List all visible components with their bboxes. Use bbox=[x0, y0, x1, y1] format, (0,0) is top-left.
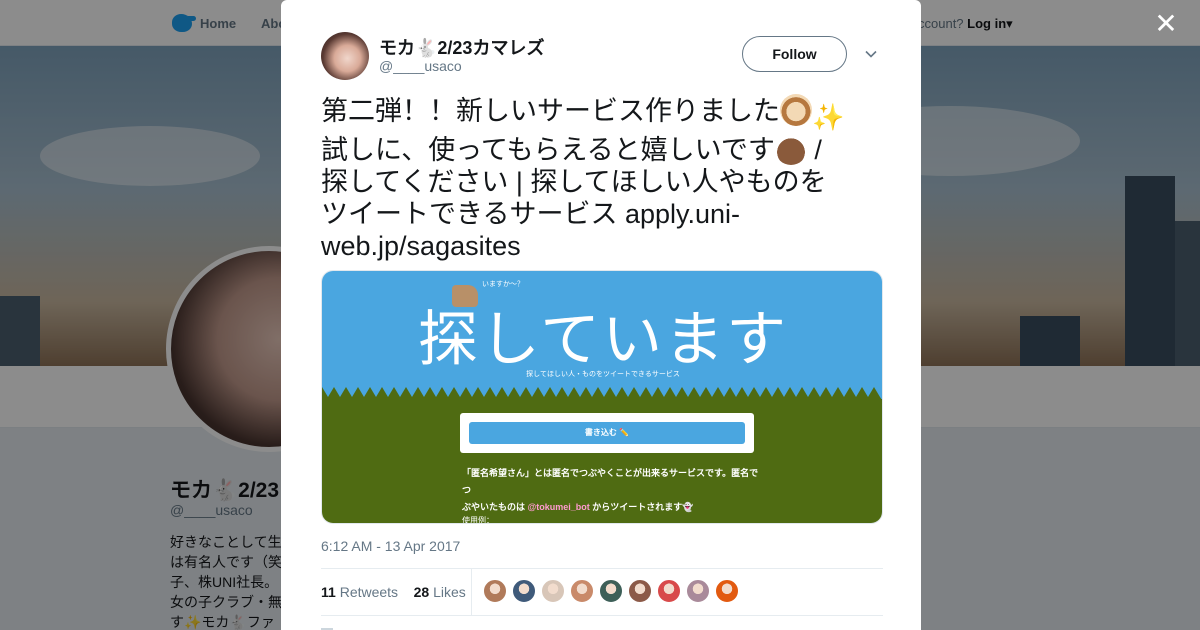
author-name[interactable]: モカ🐇2/23カマレズ bbox=[379, 34, 544, 60]
tweet-text: 第二弾！！新しいサービス作りました ✨ 試しに、使ってもらえると嬉しいです / 探… bbox=[321, 94, 881, 262]
liker-avatar[interactable] bbox=[483, 579, 507, 603]
tweet-stats: 11 Retweets 28 Likes bbox=[321, 584, 466, 600]
divider bbox=[321, 615, 883, 616]
tweet-text-segment: 試しに、使ってもらえると嬉しいです bbox=[321, 135, 775, 165]
grass-edge bbox=[322, 387, 882, 403]
tweet-link[interactable]: ツイートできるサービス apply.uni- bbox=[321, 198, 881, 230]
card-subtitle: 探してほしい人・ものをツイートできるサービス bbox=[526, 371, 680, 378]
tweet-text-segment: 第二弾！！新しいサービス作りました bbox=[321, 96, 780, 126]
liker-avatar[interactable] bbox=[599, 579, 623, 603]
divider bbox=[321, 568, 883, 569]
liker-avatars bbox=[483, 579, 739, 603]
card-mention: @tokumei_bot bbox=[527, 502, 590, 512]
follow-button[interactable]: Follow bbox=[742, 36, 847, 72]
card-desc-segment: ぶやいたものは bbox=[462, 502, 528, 512]
dog-emoji-icon bbox=[780, 94, 812, 126]
card-title: 探しています bbox=[417, 305, 789, 375]
card-desc-line: 「匿名希望さん」とは匿名でつぶやくことが出来るサービスです。匿名でつ bbox=[462, 468, 759, 495]
tweet-timestamp[interactable]: 6:12 AM - 13 Apr 2017 bbox=[321, 538, 460, 554]
card-more: 使用例： bbox=[462, 516, 494, 524]
sparkles-emoji-icon: ✨ bbox=[812, 102, 845, 132]
author-handle[interactable]: @____usaco bbox=[379, 58, 462, 74]
liker-avatar[interactable] bbox=[570, 579, 594, 603]
likes-label[interactable]: Likes bbox=[433, 584, 466, 600]
tweet-text-line: 試しに、使ってもらえると嬉しいです / bbox=[321, 133, 881, 166]
retweets-label[interactable]: Retweets bbox=[340, 584, 398, 600]
card-desc-segment: からツイートされます👻 bbox=[589, 502, 694, 512]
card-write-button: 書き込む ✏️ bbox=[469, 422, 745, 444]
poo-emoji-icon bbox=[774, 133, 807, 165]
close-icon[interactable]: ✕ bbox=[1154, 10, 1178, 38]
liker-avatar[interactable] bbox=[657, 579, 681, 603]
chevron-down-icon[interactable] bbox=[865, 48, 877, 60]
liker-avatar[interactable] bbox=[541, 579, 565, 603]
liker-avatar[interactable] bbox=[686, 579, 710, 603]
tweet-text-segment: / bbox=[806, 135, 822, 165]
likes-count[interactable]: 28 bbox=[414, 584, 430, 600]
tweet-text-line: 第二弾！！新しいサービス作りました ✨ bbox=[321, 94, 881, 133]
liker-avatar[interactable] bbox=[512, 579, 536, 603]
divider bbox=[471, 569, 472, 615]
card-kicker: いますか～？ bbox=[482, 281, 524, 288]
author-avatar[interactable] bbox=[321, 32, 369, 80]
tweet-text-line: 探してください | 探してほしい人やものを bbox=[321, 167, 827, 197]
retweets-count[interactable]: 11 bbox=[321, 584, 336, 600]
tweet-modal: モカ🐇2/23カマレズ @____usaco Follow 第二弾！！新しいサー… bbox=[281, 0, 921, 630]
liker-avatar[interactable] bbox=[628, 579, 652, 603]
card-description: 「匿名希望さん」とは匿名でつぶやくことが出来るサービスです。匿名でつ ぶやいたも… bbox=[462, 465, 762, 516]
link-preview-card[interactable]: いますか～？ 探しています 探してほしい人・ものをツイートできるサービス 書き込… bbox=[321, 270, 883, 524]
liker-avatar[interactable] bbox=[715, 579, 739, 603]
tweet-link[interactable]: web.jp/sagasites bbox=[321, 230, 881, 262]
